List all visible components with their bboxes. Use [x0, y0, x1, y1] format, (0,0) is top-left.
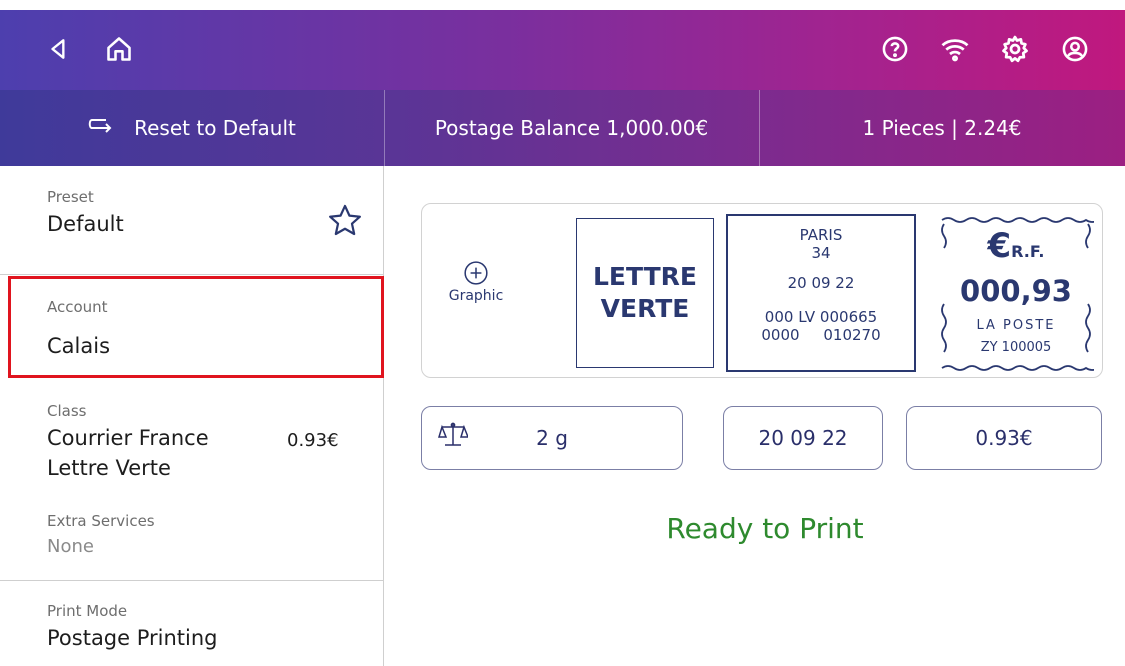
- postage-amount-value: 0.93€: [975, 426, 1033, 450]
- reset-to-default-button[interactable]: Reset to Default: [0, 90, 384, 166]
- class-price: 0.93€: [287, 430, 339, 451]
- scale-icon: [438, 422, 468, 446]
- class-value-line1: Courrier France: [47, 426, 209, 450]
- status-text: Ready to Print: [666, 512, 864, 545]
- postmark-box: PARIS 34 20 09 22 000 LV 000665 0000 010…: [726, 214, 916, 372]
- print-mode-value: Postage Printing: [47, 626, 218, 650]
- extra-services-label: Extra Services: [47, 512, 155, 530]
- postmark-code-line2: 0000 010270: [761, 326, 881, 344]
- preset-value: Default: [47, 212, 124, 236]
- account-value: Calais: [47, 334, 111, 358]
- class-value-line2: Lettre Verte: [47, 456, 171, 480]
- divider: [0, 580, 384, 581]
- franking-stamp: €R.F. 000,93 LA POSTE ZY 100005: [938, 212, 1094, 372]
- weight-button[interactable]: 2 g: [421, 406, 683, 470]
- user-icon[interactable]: [1058, 32, 1092, 66]
- stamp-preview[interactable]: Graphic LETTRE VERTE PARIS 34 20 09 22 0…: [421, 203, 1103, 378]
- graphic-label: Graphic: [448, 288, 504, 304]
- account-label: Account: [47, 298, 108, 316]
- status-bar: Reset to Default Postage Balance 1,000.0…: [0, 90, 1125, 166]
- reset-arrow-icon: [88, 119, 112, 133]
- account-row[interactable]: Account Calais: [8, 276, 384, 378]
- divider: [0, 274, 384, 275]
- postmark-date: 20 09 22: [787, 274, 855, 292]
- extra-services-row[interactable]: Extra Services None: [0, 512, 384, 572]
- rf-label: R.F.: [1011, 242, 1045, 261]
- class-row[interactable]: Class Courrier France Lettre Verte 0.93€: [0, 402, 384, 492]
- euro-symbol: €: [987, 226, 1012, 266]
- plus-circle-icon: [464, 261, 488, 285]
- print-mode-label: Print Mode: [47, 602, 128, 620]
- postmark-code-line1: 000 LV 000665: [764, 308, 878, 326]
- postage-amount-button[interactable]: 0.93€: [906, 406, 1102, 470]
- wifi-icon[interactable]: [938, 32, 972, 66]
- print-mode-row[interactable]: Print Mode Postage Printing: [0, 602, 384, 666]
- settings-panel: Preset Default Account Calais Class Cour…: [0, 166, 384, 666]
- weight-value: 2 g: [536, 426, 568, 450]
- stamp-code: ZY 100005: [980, 340, 1052, 355]
- mail-class-line2: VERTE: [600, 294, 690, 323]
- pieces-summary-label: 1 Pieces | 2.24€: [862, 116, 1022, 140]
- date-value: 20 09 22: [758, 426, 848, 450]
- back-arrow-icon[interactable]: [42, 32, 76, 66]
- la-poste-label: LA POSTE: [976, 318, 1056, 333]
- pieces-summary[interactable]: 1 Pieces | 2.24€: [759, 90, 1125, 166]
- class-label: Class: [47, 402, 87, 420]
- gear-icon[interactable]: [998, 32, 1032, 66]
- postage-balance: Postage Balance 1,000.00€: [384, 90, 759, 166]
- postmark-dept: 34: [811, 244, 831, 262]
- top-bar: [0, 0, 1125, 90]
- mail-class-box: LETTRE VERTE: [576, 218, 714, 368]
- extra-services-value: None: [47, 536, 94, 557]
- reset-to-default-label: Reset to Default: [134, 116, 296, 140]
- star-icon[interactable]: [326, 202, 364, 240]
- home-icon[interactable]: [102, 32, 136, 66]
- stamp-amount: 000,93: [960, 274, 1072, 308]
- date-button[interactable]: 20 09 22: [723, 406, 883, 470]
- mail-class-line1: LETTRE: [592, 262, 698, 291]
- preset-row[interactable]: Preset Default: [0, 188, 384, 278]
- help-icon[interactable]: [878, 32, 912, 66]
- preset-label: Preset: [47, 188, 94, 206]
- add-graphic-button[interactable]: Graphic: [446, 260, 506, 304]
- postmark-city: PARIS: [799, 226, 843, 244]
- postage-balance-label: Postage Balance 1,000.00€: [434, 116, 709, 140]
